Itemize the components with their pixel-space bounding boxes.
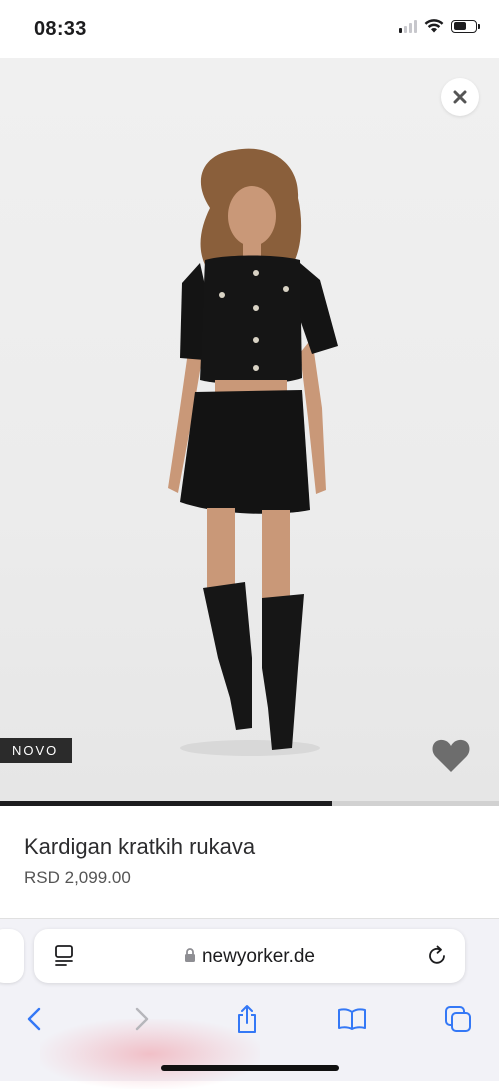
product-info[interactable]: Kardigan kratkih rukava RSD 2,099.00 — [0, 806, 499, 918]
status-icons — [399, 19, 480, 33]
cellular-signal-icon — [399, 19, 417, 33]
battery-icon — [451, 19, 480, 33]
back-chevron-icon — [27, 1007, 41, 1031]
share-icon — [238, 1005, 256, 1033]
product-photo — [168, 148, 338, 756]
status-time: 08:33 — [34, 18, 87, 40]
bookmarks-button[interactable] — [330, 997, 374, 1041]
back-button[interactable] — [12, 997, 56, 1041]
reload-icon[interactable] — [427, 944, 449, 968]
book-icon — [338, 1008, 366, 1030]
product-price: RSD 2,099.00 — [24, 868, 131, 887]
close-button[interactable] — [441, 78, 479, 116]
product-image-gallery[interactable]: NOVO — [0, 58, 499, 801]
previous-tab-peek[interactable] — [0, 929, 24, 983]
close-icon — [453, 90, 467, 104]
tabs-icon — [445, 1006, 471, 1032]
browser-bottom-bar: newyorker.de — [0, 918, 499, 1089]
url-display[interactable]: newyorker.de — [34, 946, 465, 968]
url-text: newyorker.de — [201, 946, 315, 967]
forward-button[interactable] — [120, 997, 164, 1041]
battery-level — [453, 22, 466, 30]
home-indicator — [161, 1065, 339, 1071]
lock-icon — [184, 948, 195, 962]
new-badge: NOVO — [0, 738, 73, 763]
product-name[interactable]: Kardigan kratkih rukava — [24, 834, 255, 860]
browser-toolbar — [0, 997, 499, 1041]
heart-icon[interactable] — [431, 738, 471, 774]
tabs-button[interactable] — [436, 997, 480, 1041]
forward-chevron-icon — [135, 1007, 149, 1031]
address-bar[interactable]: newyorker.de — [34, 929, 465, 983]
wifi-icon — [424, 19, 444, 33]
status-bar: 08:33 — [0, 0, 499, 58]
share-button[interactable] — [225, 997, 269, 1041]
